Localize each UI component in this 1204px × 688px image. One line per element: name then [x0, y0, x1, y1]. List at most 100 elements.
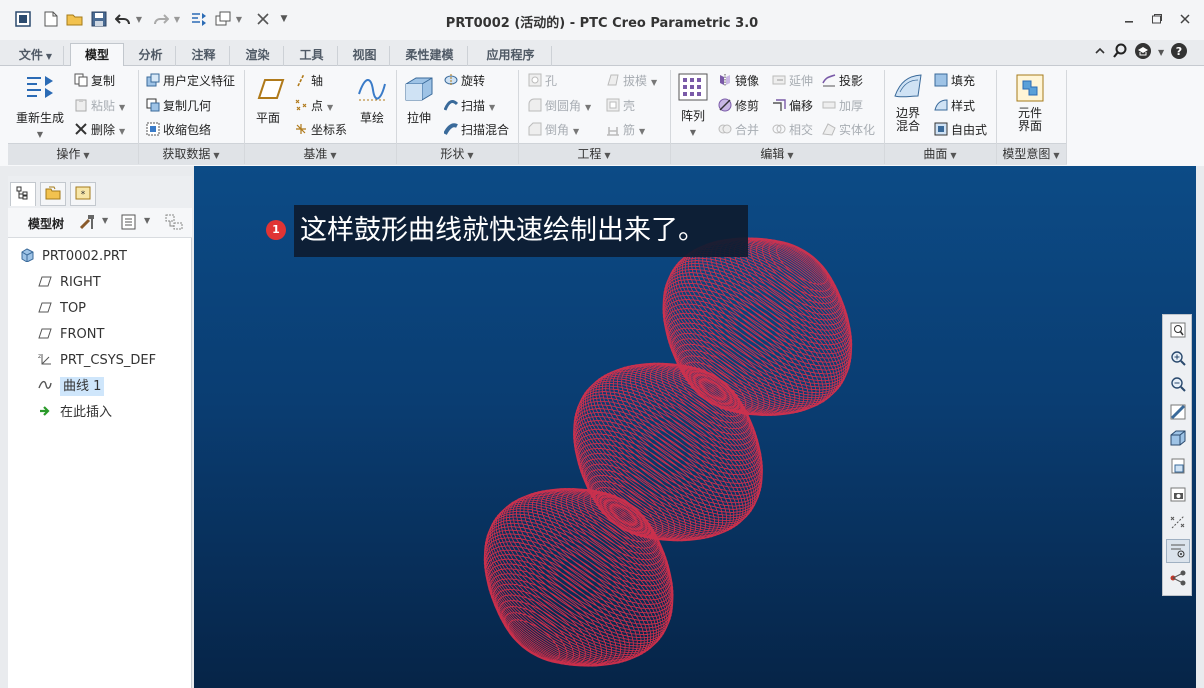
- tab-render-label: 渲染: [245, 48, 270, 62]
- display-style-button[interactable]: [1166, 427, 1190, 451]
- spin-center-button[interactable]: [1166, 567, 1190, 591]
- tab-favorites[interactable]: *: [70, 182, 96, 206]
- shell-button[interactable]: 壳: [606, 97, 635, 114]
- tree-item-curve[interactable]: 曲线 1: [38, 376, 105, 398]
- extrude-button[interactable]: 拉伸: [400, 72, 438, 126]
- tree-item-part-label: PRT0002.PRT: [42, 249, 127, 264]
- tab-view[interactable]: 视图: [340, 46, 390, 66]
- group-editing-label[interactable]: 编辑 ▼: [670, 146, 884, 162]
- copy-button[interactable]: 复制: [74, 72, 115, 89]
- tree-show-icon[interactable]: [120, 213, 138, 234]
- datum-axis-button[interactable]: 轴: [294, 72, 323, 89]
- delete-button[interactable]: 删除 ▼: [74, 121, 125, 138]
- component-interface-button[interactable]: 元件界面: [1010, 72, 1050, 133]
- group-operations-label[interactable]: 操作 ▼: [8, 146, 138, 162]
- tree-item-part[interactable]: PRT0002.PRT: [20, 246, 127, 268]
- mirror-button[interactable]: 镜像: [718, 72, 759, 89]
- community-dropdown-icon[interactable]: ▼: [1158, 48, 1164, 57]
- group-engineering-label[interactable]: 工程 ▼: [518, 146, 670, 162]
- revolve-button[interactable]: 旋转: [444, 72, 485, 89]
- tab-applications[interactable]: 应用程序: [470, 46, 552, 66]
- shrinkwrap-button[interactable]: 收缩包络: [146, 121, 211, 138]
- rib-button[interactable]: 筋 ▼: [606, 121, 645, 138]
- solidify-button[interactable]: 实体化: [822, 121, 875, 138]
- hole-button[interactable]: 孔: [528, 72, 557, 89]
- tab-folder-browser[interactable]: [40, 182, 66, 206]
- refit-button[interactable]: [1166, 319, 1190, 343]
- view-manager-button[interactable]: [1166, 483, 1190, 507]
- collapse-ribbon-icon[interactable]: [1094, 45, 1106, 60]
- group-surfaces-label[interactable]: 曲面 ▼: [884, 146, 996, 162]
- merge-button[interactable]: 合并: [718, 121, 759, 138]
- fill-button[interactable]: 填充: [934, 72, 975, 89]
- freestyle-button[interactable]: 自由式: [934, 121, 987, 138]
- tree-item-curve-label: 曲线 1: [60, 377, 105, 396]
- copy-geometry-button[interactable]: 复制几何: [146, 97, 211, 114]
- thicken-button[interactable]: 加厚: [822, 97, 863, 114]
- round-icon: [528, 98, 542, 112]
- trim-button[interactable]: 修剪: [718, 97, 759, 114]
- sweep-button[interactable]: 扫描 ▼: [443, 97, 495, 114]
- tree-show-dropdown-icon[interactable]: ▼: [144, 216, 150, 225]
- tab-flexible-modeling[interactable]: 柔性建模: [392, 46, 468, 66]
- navigator-tabs: *: [8, 176, 192, 208]
- zoom-in-button[interactable]: [1166, 347, 1190, 371]
- extend-label: 延伸: [789, 74, 814, 88]
- extend-button[interactable]: 延伸: [772, 72, 813, 89]
- tree-item-top[interactable]: TOP: [38, 298, 86, 320]
- tab-tools[interactable]: 工具: [286, 46, 338, 66]
- tree-settings-dropdown-icon[interactable]: ▼: [102, 216, 108, 225]
- drum-curve-path[interactable]: [483, 237, 853, 667]
- group-model-intent-label[interactable]: 模型意图 ▼: [996, 146, 1066, 162]
- saved-orientations-button[interactable]: [1166, 455, 1190, 479]
- tab-file[interactable]: 文件 ▼: [8, 46, 64, 66]
- tab-annotate[interactable]: 注释: [178, 46, 230, 66]
- tab-analysis[interactable]: 分析: [126, 46, 176, 66]
- group-datum-label[interactable]: 基准 ▼: [244, 146, 396, 162]
- datum-display-button[interactable]: [1166, 511, 1190, 535]
- tree-item-insert-here[interactable]: 在此插入: [38, 402, 112, 424]
- annotation-display-icon: [1169, 541, 1187, 562]
- intersect-button[interactable]: 相交: [772, 121, 813, 138]
- group-get-data-label[interactable]: 获取数据 ▼: [138, 146, 244, 162]
- user-defined-feature-button[interactable]: 用户定义特征: [146, 72, 235, 89]
- search-icon[interactable]: [1112, 43, 1128, 62]
- repaint-icon: [1169, 403, 1187, 424]
- tree-filter-icon[interactable]: [164, 213, 184, 234]
- group-shapes-label[interactable]: 形状 ▼: [396, 146, 518, 162]
- tree-item-right[interactable]: RIGHT: [38, 272, 101, 294]
- pattern-button[interactable]: 阵列 ▼: [676, 72, 710, 138]
- tree-item-csys[interactable]: z PRT_CSYS_DEF: [38, 350, 156, 372]
- offset-button[interactable]: 偏移: [772, 97, 813, 114]
- zoom-out-button[interactable]: [1166, 373, 1190, 397]
- help-icon[interactable]: ?: [1170, 42, 1188, 63]
- datum-point-button[interactable]: 点 ▼: [294, 97, 333, 114]
- project-button[interactable]: 投影: [822, 72, 863, 89]
- chamfer-button[interactable]: 倒角 ▼: [528, 121, 579, 138]
- sketch-button[interactable]: 草绘: [354, 72, 390, 126]
- intersect-label: 相交: [789, 123, 814, 137]
- close-button[interactable]: [1172, 8, 1198, 30]
- datum-plane-button[interactable]: 平面: [250, 72, 286, 126]
- style-button[interactable]: 样式: [934, 97, 975, 114]
- minimize-button[interactable]: [1116, 8, 1142, 30]
- tab-render[interactable]: 渲染: [232, 46, 284, 66]
- draft-button[interactable]: 拔模 ▼: [606, 72, 657, 89]
- paste-button[interactable]: 粘贴 ▼: [74, 97, 125, 114]
- swept-blend-button[interactable]: 扫描混合: [443, 121, 509, 138]
- sketch-icon: [354, 72, 390, 109]
- part-icon: [20, 248, 36, 263]
- tree-item-front[interactable]: FRONT: [38, 324, 104, 346]
- tab-annotate-label: 注释: [191, 48, 216, 62]
- regenerate-button[interactable]: 重新生成 ▼: [12, 72, 68, 140]
- tree-settings-icon[interactable]: [78, 213, 96, 234]
- community-icon[interactable]: [1134, 42, 1152, 63]
- round-button[interactable]: 倒圆角 ▼: [528, 97, 591, 114]
- boundary-blend-button[interactable]: 边界混合: [890, 72, 926, 133]
- tab-model-tree[interactable]: [10, 182, 36, 206]
- annotation-display-button[interactable]: [1166, 539, 1190, 563]
- tab-model[interactable]: 模型: [70, 43, 124, 67]
- csys-button[interactable]: 坐标系: [294, 121, 347, 138]
- repaint-button[interactable]: [1166, 401, 1190, 425]
- restore-button[interactable]: [1144, 8, 1170, 30]
